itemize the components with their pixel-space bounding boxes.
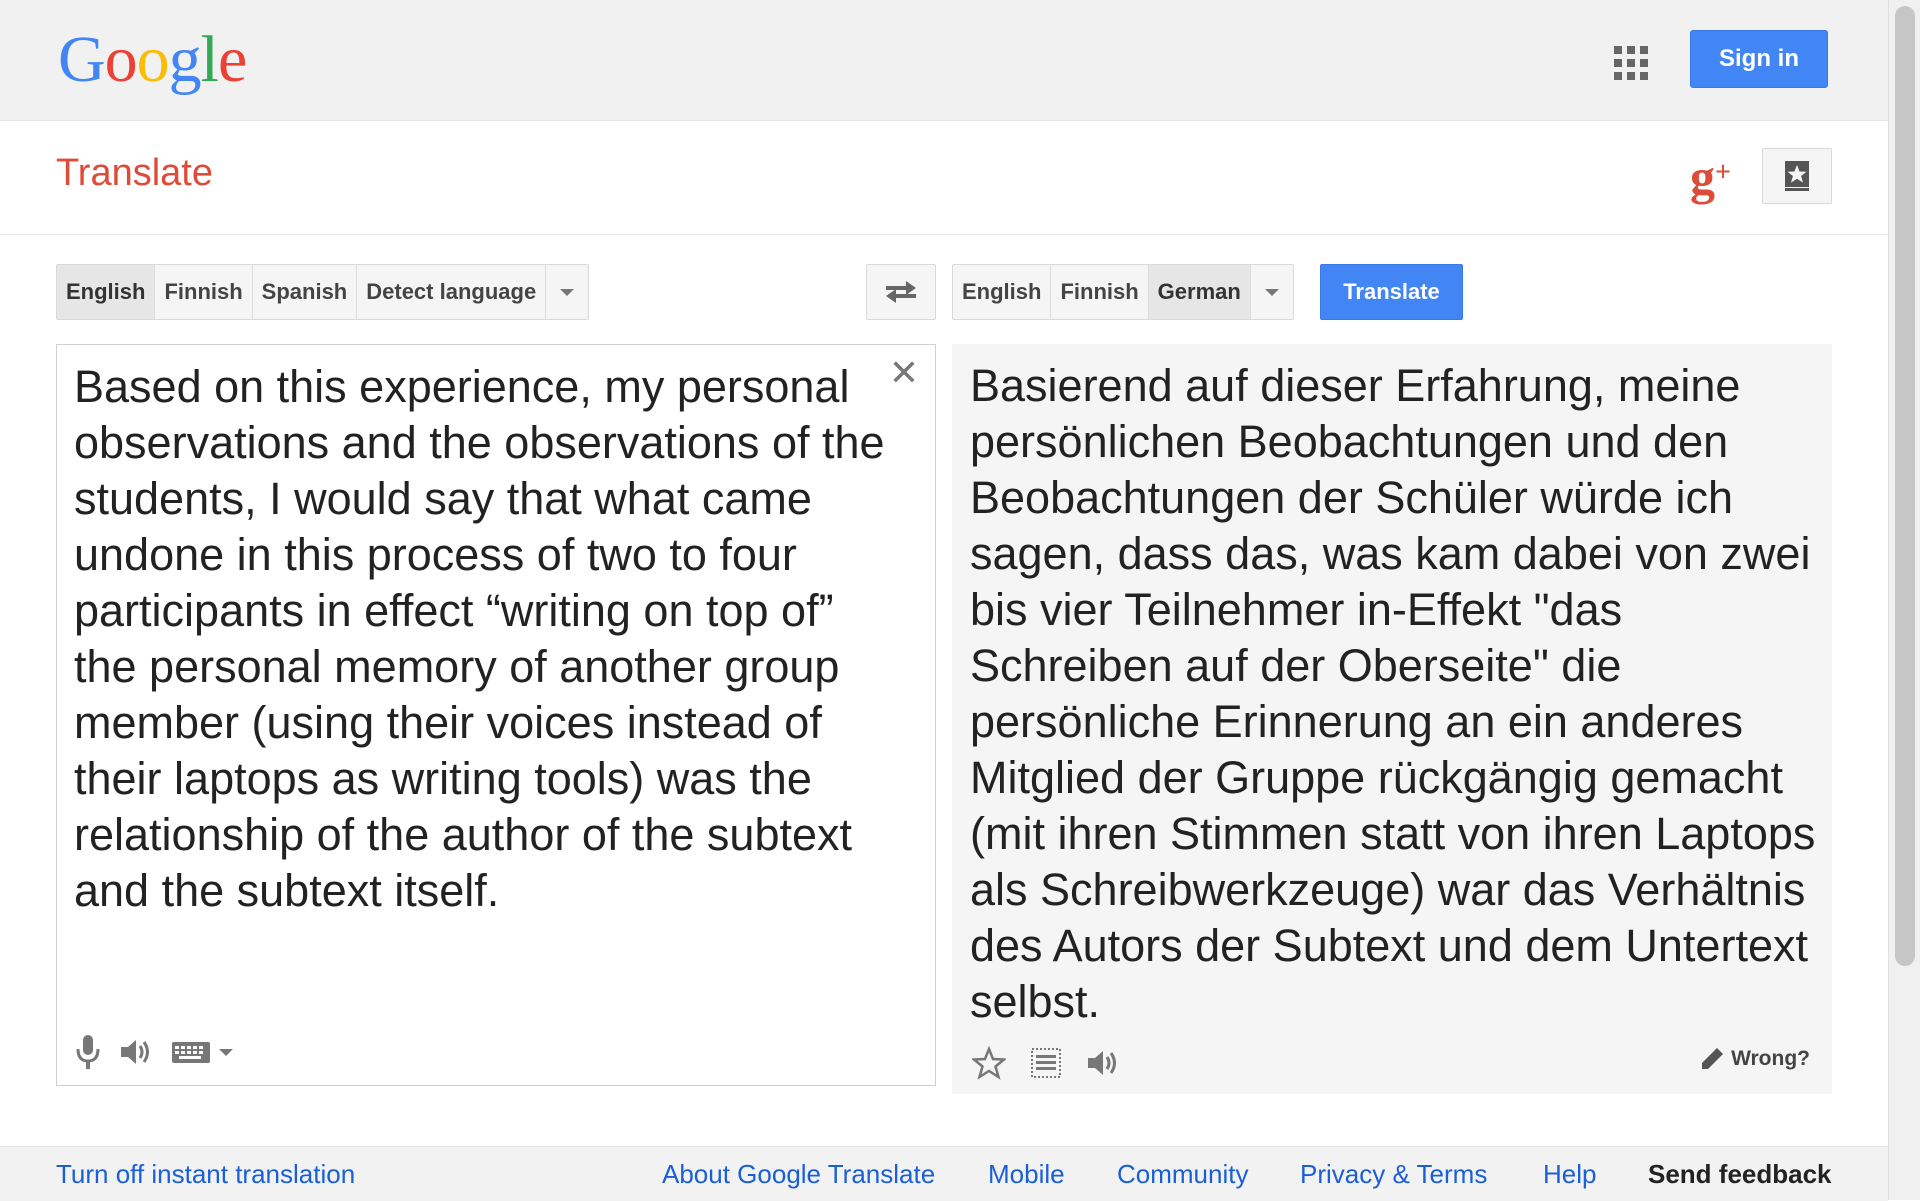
apps-grid-icon[interactable]: [1614, 46, 1648, 80]
logo-letter: g: [168, 23, 202, 96]
keyboard-icon[interactable]: [171, 1039, 211, 1065]
wrong-feedback-link[interactable]: Wrong?: [1699, 1046, 1810, 1072]
pencil-icon: [1702, 1048, 1724, 1069]
sign-in-button[interactable]: Sign in: [1690, 30, 1828, 88]
google-plus-icon[interactable]: g+: [1690, 150, 1731, 204]
scrollbar[interactable]: [1888, 0, 1920, 1200]
source-textarea[interactable]: Based on this experience, my personal ob…: [74, 359, 894, 919]
source-lang-english[interactable]: English: [57, 265, 156, 319]
speaker-icon[interactable]: [119, 1037, 153, 1067]
source-tools: [75, 1033, 233, 1071]
target-lang-finnish[interactable]: Finnish: [1051, 265, 1149, 319]
logo-letter: o: [104, 23, 138, 96]
target-language-bar: English Finnish German: [952, 264, 1294, 320]
translation-result-panel: Basierend auf dieser Erfahrung, meine pe…: [952, 344, 1832, 1094]
logo-letter: o: [136, 23, 170, 96]
source-language-bar: English Finnish Spanish Detect language: [56, 264, 590, 320]
google-logo[interactable]: Google: [58, 20, 247, 100]
chevron-down-icon: [1264, 288, 1279, 296]
top-bar: Google Sign in: [0, 0, 1888, 121]
clear-text-icon[interactable]: ✕: [889, 355, 919, 391]
target-lang-english[interactable]: English: [953, 265, 1052, 319]
source-lang-finnish[interactable]: Finnish: [155, 265, 253, 319]
logo-letter: e: [218, 23, 247, 96]
star-icon[interactable]: [972, 1046, 1006, 1080]
result-tools: [972, 1046, 1120, 1080]
about-link[interactable]: About Google Translate: [662, 1159, 935, 1190]
mobile-link[interactable]: Mobile: [988, 1159, 1065, 1190]
translate-button[interactable]: Translate: [1320, 264, 1463, 320]
target-lang-german[interactable]: German: [1148, 265, 1251, 319]
speaker-icon[interactable]: [1086, 1048, 1120, 1078]
dictionary-list-icon[interactable]: [1030, 1047, 1062, 1079]
help-link[interactable]: Help: [1543, 1159, 1596, 1190]
wrong-label: Wrong?: [1731, 1047, 1810, 1070]
source-lang-spanish[interactable]: Spanish: [253, 265, 358, 319]
privacy-terms-link[interactable]: Privacy & Terms: [1300, 1159, 1487, 1190]
page-title: Translate: [56, 152, 213, 194]
target-lang-dropdown[interactable]: [1251, 265, 1293, 319]
community-link[interactable]: Community: [1117, 1159, 1248, 1190]
keyboard-dropdown-icon[interactable]: [219, 1048, 233, 1056]
phrasebook-star-icon: [1785, 161, 1809, 191]
microphone-icon[interactable]: [75, 1033, 101, 1071]
translation-result-text: Basierend auf dieser Erfahrung, meine pe…: [970, 360, 1816, 1027]
source-lang-detect[interactable]: Detect language: [357, 265, 547, 319]
footer: Turn off instant translation About Googl…: [0, 1146, 1888, 1201]
source-text-panel[interactable]: Based on this experience, my personal ob…: [56, 344, 936, 1086]
chevron-down-icon: [560, 288, 575, 296]
swap-languages-button[interactable]: [866, 264, 936, 320]
phrasebook-button[interactable]: [1762, 148, 1832, 204]
turn-off-instant-link[interactable]: Turn off instant translation: [56, 1159, 355, 1190]
swap-arrows-icon: [886, 281, 916, 303]
logo-letter: G: [58, 23, 106, 96]
source-lang-dropdown[interactable]: [546, 265, 588, 319]
send-feedback-link[interactable]: Send feedback: [1648, 1159, 1832, 1190]
logo-letter: l: [200, 23, 219, 96]
header-divider: [0, 234, 1888, 235]
scrollbar-thumb[interactable]: [1895, 6, 1915, 966]
